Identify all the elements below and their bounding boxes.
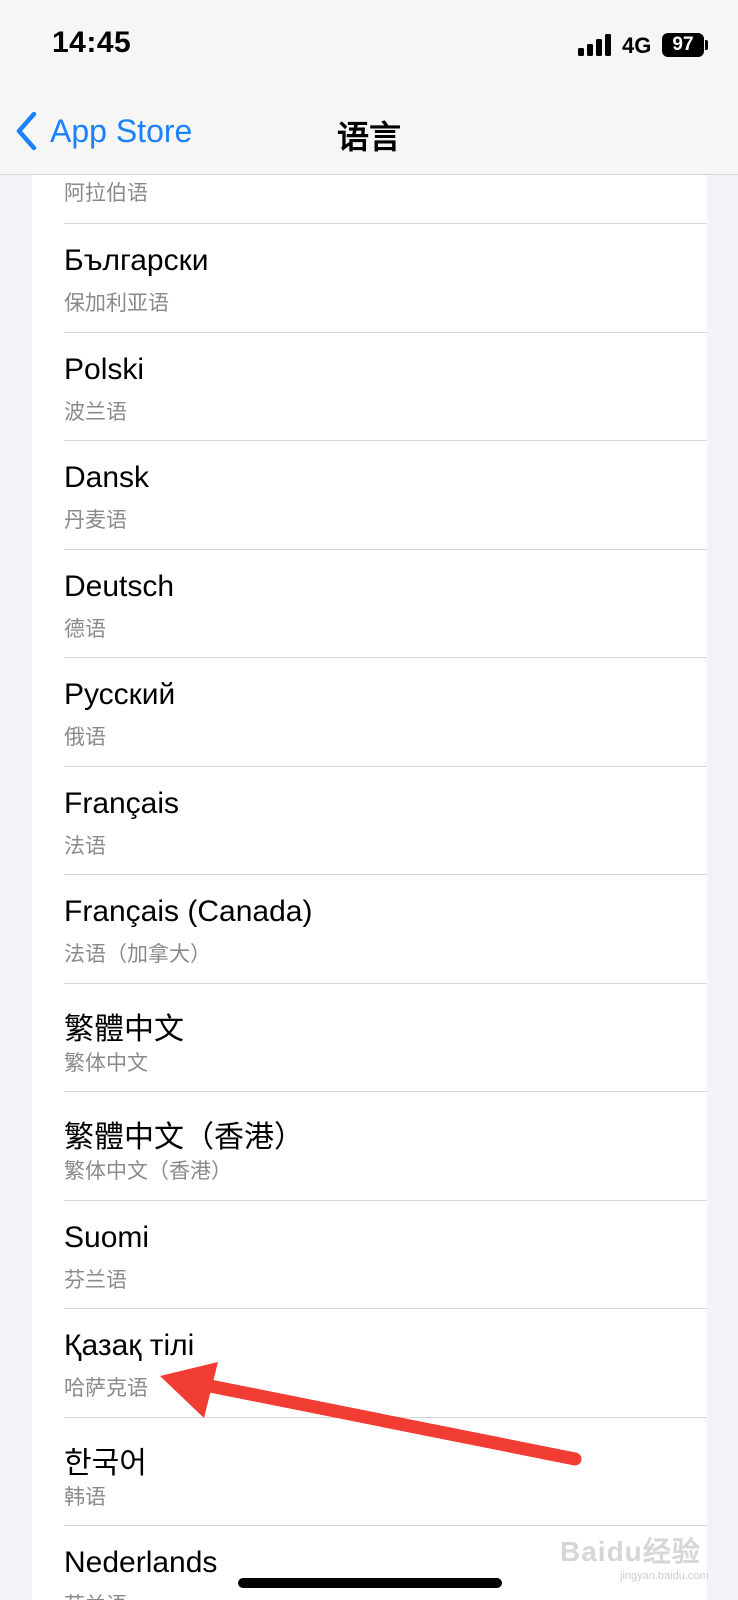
row-divider bbox=[64, 982, 707, 984]
status-bar: 14:45 4G 97 bbox=[0, 0, 738, 92]
row-divider bbox=[64, 331, 707, 333]
row-divider bbox=[64, 1091, 707, 1092]
language-subtitle: 芬兰语 bbox=[64, 1268, 127, 1292]
battery-icon: 97 bbox=[662, 33, 704, 57]
language-name: Deutsch bbox=[64, 569, 175, 603]
list-item[interactable]: Deutsch 德语 bbox=[32, 548, 707, 658]
page-title: 语言 bbox=[336, 119, 401, 155]
language-subtitle: 韩语 bbox=[64, 1485, 106, 1509]
list-item[interactable]: Français 法语 bbox=[32, 765, 707, 875]
language-name: Қазақ тілі bbox=[64, 1329, 195, 1362]
list-item[interactable]: Русский 俄语 bbox=[32, 657, 707, 766]
list-item[interactable]: 阿拉伯语 bbox=[32, 175, 707, 223]
navigation-bar: App Store 语言 bbox=[0, 92, 738, 175]
battery-cap bbox=[705, 40, 708, 50]
language-name: Polski bbox=[64, 352, 145, 386]
row-divider bbox=[64, 1525, 707, 1526]
language-subtitle: 俄语 bbox=[64, 726, 106, 749]
battery-level: 97 bbox=[672, 34, 694, 55]
language-name: Français (Canada) bbox=[64, 895, 313, 928]
list-item[interactable]: Suomi 芬兰语 bbox=[32, 1199, 707, 1309]
list-item[interactable]: Dansk 丹麦语 bbox=[32, 440, 707, 549]
row-divider bbox=[64, 1416, 707, 1418]
list-item[interactable]: Български 保加利亚语 bbox=[32, 223, 707, 332]
row-divider bbox=[64, 874, 707, 875]
language-subtitle: 法语 bbox=[64, 834, 106, 858]
language-name: Русский bbox=[64, 678, 176, 711]
network-type: 4G bbox=[622, 33, 652, 58]
list-item-kazakh[interactable]: Қазақ тілі 哈萨克语 bbox=[32, 1308, 707, 1417]
list-item[interactable]: 繁體中文（香港） 繁体中文（香港） bbox=[32, 1091, 707, 1200]
row-divider bbox=[64, 1199, 707, 1201]
language-subtitle: 法语（加拿大） bbox=[64, 943, 211, 966]
language-subtitle: 荷兰语 bbox=[64, 1589, 127, 1600]
home-indicator[interactable] bbox=[238, 1578, 502, 1588]
language-name: 한국어 bbox=[64, 1446, 147, 1480]
language-subtitle: 哈萨克语 bbox=[64, 1377, 148, 1400]
language-name: Suomi bbox=[64, 1220, 150, 1254]
language-subtitle: 阿拉伯语 bbox=[64, 182, 148, 205]
language-name: 繁體中文 bbox=[64, 1012, 184, 1046]
language-name: 繁體中文（香港） bbox=[64, 1121, 304, 1154]
row-divider bbox=[64, 1308, 707, 1309]
watermark-logo: Baidu经验 bbox=[560, 1536, 701, 1567]
list-item[interactable]: Français (Canada) 法语（加拿大） bbox=[32, 874, 707, 983]
list-item[interactable]: Polski 波兰语 bbox=[32, 331, 707, 441]
row-divider bbox=[64, 223, 707, 224]
language-name: Dansk bbox=[64, 461, 150, 494]
language-name: Български bbox=[64, 244, 209, 277]
cellular-signal-icon bbox=[578, 34, 614, 56]
language-subtitle: 波兰语 bbox=[64, 400, 127, 424]
language-subtitle: 繁体中文 bbox=[64, 1051, 148, 1075]
list-item[interactable]: 한국어 韩语 bbox=[32, 1416, 707, 1526]
watermark-url: jingyan.baidu.com bbox=[620, 1570, 709, 1582]
list-item[interactable]: 繁體中文 繁体中文 bbox=[32, 982, 707, 1092]
language-name: Français bbox=[64, 786, 180, 820]
language-subtitle: 繁体中文（香港） bbox=[64, 1160, 232, 1183]
row-divider bbox=[64, 765, 707, 767]
row-divider bbox=[64, 548, 707, 550]
language-name: Nederlands bbox=[64, 1546, 218, 1579]
language-subtitle: 德语 bbox=[64, 617, 106, 641]
row-divider bbox=[64, 440, 707, 441]
language-list: 阿拉伯语 Български 保加利亚语 Polski 波兰语 Dansk 丹麦… bbox=[32, 175, 707, 1600]
status-time: 14:45 bbox=[52, 26, 132, 59]
row-divider bbox=[64, 657, 707, 658]
language-subtitle: 丹麦语 bbox=[64, 509, 127, 532]
language-subtitle: 保加利亚语 bbox=[64, 292, 169, 315]
